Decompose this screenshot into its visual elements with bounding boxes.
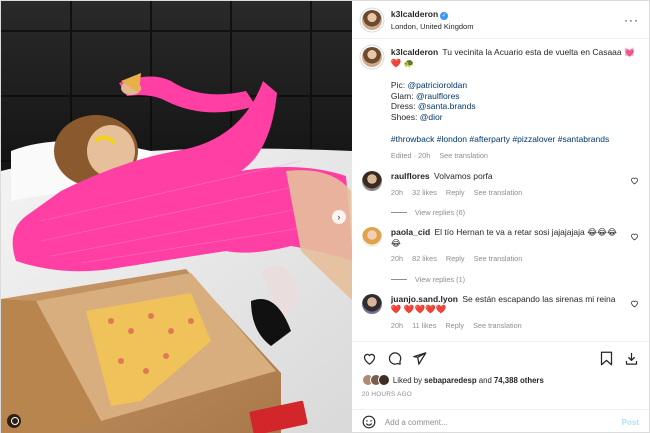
download-icon[interactable] xyxy=(624,351,639,366)
post-actions: Liked by sebaparedesp and 74,388 others … xyxy=(351,341,649,409)
credit-label: Dress: xyxy=(390,101,416,111)
comment-meta: 20h 32 likes Reply See translation xyxy=(391,188,621,199)
credit-handle[interactable]: @raulflores xyxy=(416,91,460,101)
heart-icon[interactable] xyxy=(362,351,377,366)
author-username[interactable]: k3lcalderon xyxy=(391,9,438,19)
heart-icon[interactable] xyxy=(630,299,639,308)
caption-meta: Edited · 20h See translation xyxy=(391,151,639,162)
comment-username[interactable]: juanjo.sand.lyon xyxy=(391,294,458,304)
more-options-icon[interactable]: ··· xyxy=(624,14,639,26)
caption-hashtags[interactable]: #throwback #london #afterparty #pizzalov… xyxy=(391,134,639,145)
comment-text: Volvamos porfa xyxy=(434,171,493,181)
comment-username[interactable]: raulflores xyxy=(391,171,430,181)
caption-edited-time: Edited · 20h xyxy=(390,150,431,160)
avatar[interactable] xyxy=(361,171,382,191)
see-translation-link[interactable]: See translation xyxy=(473,321,522,330)
view-replies-label: View replies (1) xyxy=(414,274,466,284)
comment-username[interactable]: paola_cid xyxy=(391,227,430,237)
reply-button[interactable]: Reply xyxy=(445,321,464,330)
avatar[interactable] xyxy=(361,227,382,247)
likes-summary: Liked by sebaparedesp and 74,388 others xyxy=(361,374,639,386)
caption-text: Tu vecinita la Acuario esta de vuelta en… xyxy=(442,47,635,57)
comment-likes[interactable]: 32 likes xyxy=(412,188,437,197)
photo-illustration xyxy=(1,1,352,433)
credit-label: Shoes: xyxy=(390,111,418,122)
post-header: k3lcalderon ✓ London, United Kingdom ··· xyxy=(351,1,649,39)
comment-likes[interactable]: 11 likes xyxy=(412,321,436,330)
credit-handle[interactable]: @patricioroldan xyxy=(407,80,467,90)
likes-count[interactable]: 74,388 others xyxy=(494,376,544,385)
comment-time: 20h xyxy=(390,187,404,197)
post-location[interactable]: London, United Kingdom xyxy=(391,22,624,31)
liker-avatars xyxy=(361,374,390,386)
likes-prefix: Liked by xyxy=(392,375,422,385)
verified-badge-icon: ✓ xyxy=(440,11,449,20)
heart-icon[interactable] xyxy=(630,176,639,185)
liker-username[interactable]: sebaparedesp xyxy=(424,376,476,385)
view-replies-button[interactable]: View replies (1) xyxy=(390,274,639,284)
bookmark-icon[interactable] xyxy=(599,351,614,366)
comment-composer: Post xyxy=(351,409,649,433)
see-translation-link[interactable]: See translation xyxy=(474,188,523,197)
post-comment-button[interactable]: Post xyxy=(622,418,639,427)
post-caption: k3lcalderon Tu vecinita la Acuario esta … xyxy=(361,47,639,162)
reply-button[interactable]: Reply xyxy=(446,188,465,197)
post-sidebar: k3lcalderon ✓ London, United Kingdom ··· … xyxy=(351,1,649,433)
avatar[interactable] xyxy=(361,47,382,67)
heart-icon[interactable] xyxy=(630,232,639,241)
post-timestamp[interactable]: 20 HOURS AGO xyxy=(362,391,639,398)
post-photo[interactable]: › xyxy=(1,1,352,433)
smiley-icon[interactable] xyxy=(362,415,376,429)
caption-credits: Pic: @patricioroldan Glam: @raulflores D… xyxy=(391,80,639,122)
view-replies-button[interactable]: View replies (6) xyxy=(390,208,639,217)
comments-list: k3lcalderon Tu vecinita la Acuario esta … xyxy=(352,39,649,341)
comment-item: paola_cid El tío Hernan te va a retar so… xyxy=(361,227,639,265)
credit-label: Pic: xyxy=(390,80,406,90)
likes-joiner: and xyxy=(478,375,492,385)
avatar[interactable] xyxy=(361,9,382,30)
caption-emoji: ❤️ 🐢 xyxy=(390,57,415,68)
caption-username[interactable]: k3lcalderon xyxy=(391,47,438,57)
comment-time: 20h xyxy=(390,254,404,263)
comment-item: raulflores Volvamos porfa 20h 32 likes R… xyxy=(361,171,639,199)
view-replies-label: View replies (6) xyxy=(414,208,466,217)
reply-button[interactable]: Reply xyxy=(446,254,465,263)
comment-item: juanjo.sand.lyon Se están escapando las … xyxy=(361,293,639,332)
avatar[interactable] xyxy=(361,293,382,314)
instagram-post-modal: › k3lcalderon ✓ London, United Kingdom ··… xyxy=(0,0,650,433)
comment-icon[interactable] xyxy=(387,351,402,366)
share-icon[interactable] xyxy=(412,351,427,366)
chevron-right-icon[interactable]: › xyxy=(331,210,346,224)
comment-time: 20h xyxy=(390,320,404,330)
credit-label: Glam: xyxy=(390,90,414,101)
see-translation-link[interactable]: See translation xyxy=(439,151,488,160)
comment-likes[interactable]: 82 likes xyxy=(412,254,437,263)
comment-meta: 20h 11 likes Reply See translation xyxy=(391,321,621,332)
credit-handle[interactable]: @dior xyxy=(420,112,443,122)
comment-input[interactable] xyxy=(384,417,622,427)
see-translation-link[interactable]: See translation xyxy=(474,254,523,263)
comment-meta: 20h 82 likes Reply See translation xyxy=(391,254,621,265)
credit-handle[interactable]: @santa.brands xyxy=(418,101,476,111)
user-tag-icon[interactable] xyxy=(7,414,21,428)
